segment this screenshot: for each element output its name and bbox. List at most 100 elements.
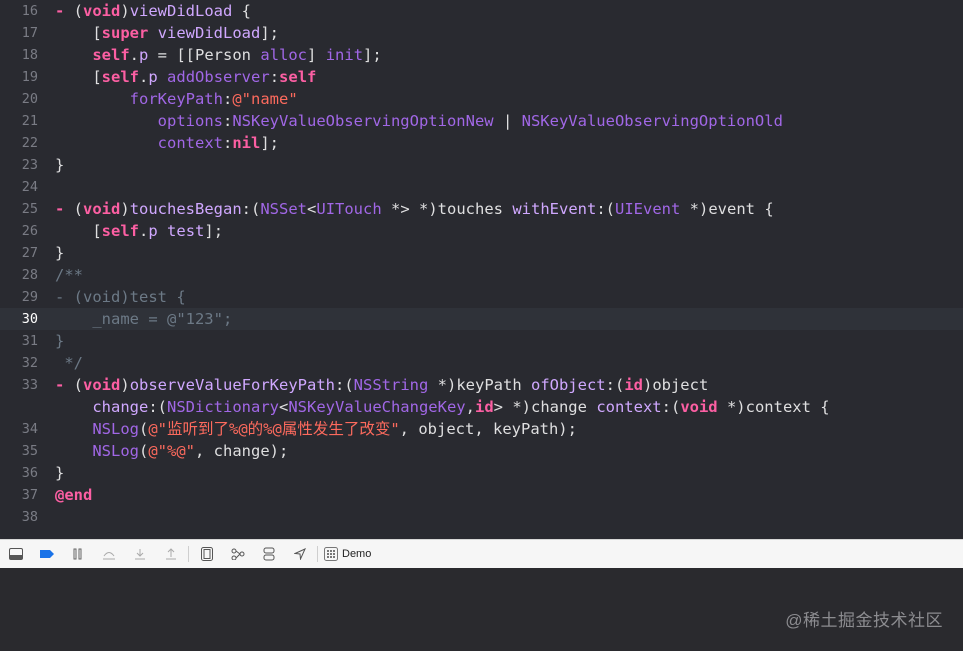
code-token: , object, keyPath); <box>399 420 577 438</box>
code-line[interactable]: 21 options:NSKeyValueObservingOptionNew … <box>0 110 963 132</box>
code-token: touchesBegan <box>129 200 242 218</box>
code-token: | <box>493 112 522 130</box>
line-number: 33 <box>21 377 38 393</box>
code-line[interactable]: 35 NSLog(@"%@", change); <box>0 440 963 462</box>
code-token: )object <box>642 376 709 394</box>
target-label: Demo <box>342 548 372 560</box>
view-hierarchy-button[interactable] <box>191 540 222 568</box>
code-token: options <box>157 112 223 130</box>
step-out-button[interactable] <box>155 540 186 568</box>
code-line[interactable]: 23} <box>0 154 963 176</box>
line-number: 25 <box>21 201 38 217</box>
code-line[interactable]: 26 [self.p test]; <box>0 220 963 242</box>
code-token: ] <box>307 46 326 64</box>
code-line[interactable]: 36} <box>0 462 963 484</box>
source-editor[interactable]: 16- (void)viewDidLoad {17 [super viewDid… <box>0 0 963 539</box>
code-token: p <box>139 46 149 64</box>
code-token: alloc <box>260 46 308 64</box>
code-token: NSLog <box>92 420 139 438</box>
code-token: = [[ <box>148 46 196 64</box>
code-token: : <box>222 112 233 130</box>
separator <box>317 546 318 562</box>
code-line[interactable]: 34 NSLog(@"监听到了%@的%@属性发生了改变", object, ke… <box>0 418 963 440</box>
step-into-button[interactable] <box>124 540 155 568</box>
line-number: 23 <box>21 157 38 173</box>
code-token: ( <box>73 2 84 20</box>
code-token: ]; <box>204 222 224 240</box>
code-token: id <box>474 398 494 416</box>
code-line[interactable]: 19 [self.p addObserver:self <box>0 66 963 88</box>
code-token: < <box>278 398 289 416</box>
breakpoints-toggle-button[interactable] <box>31 540 62 568</box>
code-token: addObserver <box>167 68 270 86</box>
code-text: _name = @"123"; <box>55 308 232 330</box>
code-token: void <box>83 376 121 394</box>
line-number: 29 <box>21 289 38 305</box>
code-text: context:nil]; <box>55 132 279 154</box>
code-token: NSLog <box>92 442 139 460</box>
code-token: nil <box>232 134 261 152</box>
code-token: NSSet <box>260 200 308 218</box>
separator <box>188 546 189 562</box>
pause-icon <box>73 548 81 560</box>
code-text: [self.p addObserver:self <box>55 66 316 88</box>
code-line[interactable]: 24 <box>0 176 963 198</box>
code-token: forKeyPath <box>129 90 223 108</box>
code-token: test <box>167 222 205 240</box>
code-token: self <box>101 222 139 240</box>
code-token: ofObject <box>530 376 606 394</box>
code-token: *)context { <box>717 398 830 416</box>
line-number: 30 <box>21 311 38 327</box>
code-text: - (void)observeValueForKeyPath:(NSString… <box>55 374 708 396</box>
code-line[interactable]: 32 */ <box>0 352 963 374</box>
code-line[interactable]: 25- (void)touchesBegan:(NSSet<UITouch *>… <box>0 198 963 220</box>
code-line[interactable]: 18 self.p = [[Person alloc] init]; <box>0 44 963 66</box>
code-line[interactable]: 33 - (void)observeValueForKeyPath:(NSStri… <box>0 374 963 396</box>
code-token: NSKeyValueChangeKey <box>288 398 466 416</box>
code-token: void <box>83 2 121 20</box>
code-token: :( <box>335 376 354 394</box>
code-token: viewDidLoad <box>157 24 261 42</box>
line-number: 38 <box>21 509 38 525</box>
code-token: :( <box>148 398 167 416</box>
code-text: options:NSKeyValueObservingOptionNew | N… <box>55 110 783 132</box>
hide-debug-area-button[interactable] <box>0 540 31 568</box>
code-text: [super viewDidLoad]; <box>55 22 279 44</box>
code-token: } <box>55 156 65 174</box>
code-token: *)keyPath <box>428 376 531 394</box>
code-line[interactable]: 38 <box>0 506 963 528</box>
code-token: super <box>101 24 149 42</box>
code-line[interactable]: 22 context:nil]; <box>0 132 963 154</box>
hide-debug-area-icon <box>8 548 23 560</box>
code-token: @end <box>55 486 93 504</box>
code-token: ]; <box>260 24 280 42</box>
code-line[interactable]: 37 @end <box>0 484 963 506</box>
simulate-location-button[interactable] <box>284 540 315 568</box>
pause-button[interactable] <box>62 540 93 568</box>
code-line[interactable]: 31} <box>0 330 963 352</box>
code-token: @"name" <box>232 90 298 108</box>
target-selector[interactable]: Demo <box>324 547 371 561</box>
code-token: : <box>222 134 233 152</box>
code-line[interactable]: 29 - (void)test { <box>0 286 963 308</box>
code-token: @"%@" <box>148 442 196 460</box>
code-line[interactable]: 28 /** <box>0 264 963 286</box>
code-line[interactable]: 17 [super viewDidLoad]; <box>0 22 963 44</box>
code-token: . <box>139 222 149 240</box>
code-text: } <box>55 154 64 176</box>
step-over-button[interactable] <box>93 540 124 568</box>
code-token: NSKeyValueObservingOptionNew <box>232 112 494 130</box>
code-line[interactable]: 27} <box>0 242 963 264</box>
step-into-icon <box>134 549 145 560</box>
code-line[interactable]: change:(NSDictionary<NSKeyValueChangeKey… <box>0 396 963 418</box>
environment-overrides-button[interactable] <box>253 540 284 568</box>
code-line[interactable]: 16 - (void)viewDidLoad { <box>0 0 963 22</box>
code-line[interactable]: 20 forKeyPath:@"name" <box>0 88 963 110</box>
memory-graph-button[interactable] <box>222 540 253 568</box>
code-text: */ <box>55 352 83 374</box>
code-token: : <box>269 68 280 86</box>
code-token: > *)change <box>493 398 597 416</box>
code-line[interactable]: 30 _name = @"123"; <box>0 308 963 330</box>
